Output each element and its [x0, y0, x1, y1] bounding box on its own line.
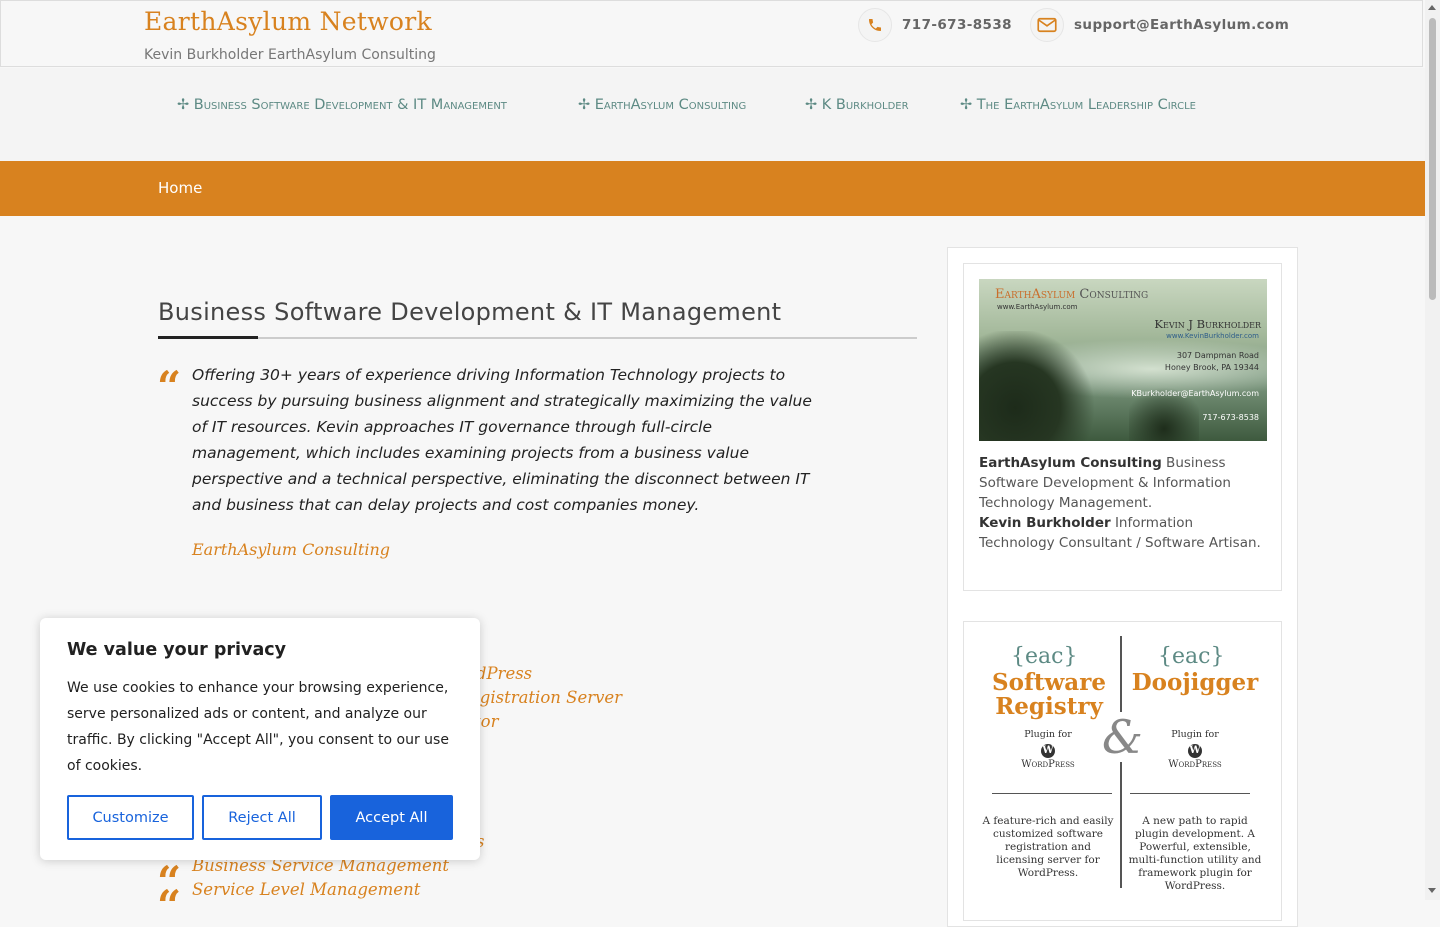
- doojigger-title: Doojigger: [1131, 669, 1259, 696]
- scroll-up-arrow-icon[interactable]: [1428, 5, 1436, 10]
- kevin-name: Kevin Burkholder: [979, 515, 1111, 531]
- nav-item-leadership-circle[interactable]: ✢ The EarthAsylum Leadership Circle: [960, 97, 1196, 113]
- plugin-for-label: Plugin for: [1024, 729, 1072, 740]
- envelope-icon: [1030, 8, 1064, 42]
- sidebar-intro-text: EarthAsylum Consulting Business Software…: [979, 455, 1261, 551]
- wordpress-icon: W: [1041, 744, 1055, 758]
- scroll-down-arrow-icon[interactable]: [1428, 888, 1436, 893]
- consulting-name: EarthAsylum Consulting: [979, 455, 1162, 471]
- nav-item-earthasylum-consulting[interactable]: ✢ EarthAsylum Consulting: [578, 97, 746, 113]
- contact-email[interactable]: support@EarthAsylum.com: [1030, 8, 1289, 42]
- site-description: Kevin Burkholder EarthAsylum Consulting: [144, 47, 436, 63]
- quote-icon: “: [157, 861, 179, 879]
- quote-cite-link[interactable]: EarthAsylum Consulting: [192, 540, 390, 559]
- wordpress-label: WordPress: [1021, 759, 1075, 770]
- site-title[interactable]: EarthAsylum Network: [144, 7, 432, 36]
- software-registry-title: Software Registry: [992, 669, 1106, 720]
- site-header: EarthAsylum Network Kevin Burkholder Ear…: [0, 0, 1423, 67]
- plugin-for-label: Plugin for: [1171, 729, 1219, 740]
- ampersand: &: [1102, 710, 1143, 764]
- software-registry-desc: A feature-rich and easily customized sof…: [982, 815, 1114, 879]
- wordpress-icon: W: [1188, 744, 1202, 758]
- customize-button[interactable]: Customize: [67, 795, 194, 840]
- phone-number: 717-673-8538: [902, 17, 1012, 33]
- card-company: EarthAsylum Consulting: [995, 287, 1149, 302]
- accept-all-button[interactable]: Accept All: [330, 795, 453, 840]
- cookie-message: We use cookies to enhance your browsing …: [67, 680, 449, 774]
- nav-home-link[interactable]: Home: [158, 179, 202, 197]
- business-card-widget: EarthAsylum Consulting www.EarthAsylum.c…: [963, 263, 1282, 591]
- contact-phone[interactable]: 717-673-8538: [858, 8, 1012, 42]
- card-website-2: www.KevinBurkholder.com: [1166, 332, 1259, 340]
- phone-icon: [858, 8, 892, 42]
- scrollbar-thumb[interactable]: [1429, 18, 1436, 300]
- nav-item-business-software[interactable]: ✢ Business Software Development & IT Man…: [177, 97, 507, 113]
- quote-icon: “: [157, 885, 179, 903]
- page-scrollbar[interactable]: [1425, 0, 1440, 900]
- list-link-service-level-management[interactable]: Service Level Management: [192, 880, 420, 899]
- secondary-nav: Home: [0, 161, 1425, 216]
- title-divider: [158, 337, 917, 339]
- card-email: KBurkholder@EarthAsylum.com: [1131, 389, 1259, 398]
- reject-all-button[interactable]: Reject All: [202, 795, 322, 840]
- business-card-image[interactable]: EarthAsylum Consulting www.EarthAsylum.c…: [979, 279, 1267, 441]
- primary-nav: ✢ Business Software Development & IT Man…: [0, 68, 1425, 161]
- card-website: www.EarthAsylum.com: [997, 303, 1078, 311]
- card-name: Kevin J Burkholder: [1154, 317, 1261, 331]
- nav-item-k-burkholder[interactable]: ✢ K Burkholder: [805, 97, 909, 113]
- page-title: Business Software Development & IT Manag…: [158, 298, 782, 326]
- plugins-promo-image[interactable]: {eac} {eac} Software Registry Doojigger …: [964, 622, 1281, 902]
- wordpress-label: WordPress: [1168, 759, 1222, 770]
- intro-quote: Offering 30+ years of experience driving…: [192, 366, 812, 514]
- list-link-partial[interactable]: egistration Server: [470, 688, 622, 707]
- cookie-consent-banner: We value your privacy We use cookies to …: [40, 618, 480, 860]
- title-divider-accent: [158, 336, 258, 339]
- card-address-line-2: Honey Brook, PA 19344: [1164, 363, 1259, 372]
- email-address: support@EarthAsylum.com: [1074, 17, 1290, 33]
- card-address-line-1: 307 Dampman Road: [1176, 351, 1259, 360]
- card-phone: 717-673-8538: [1202, 413, 1259, 422]
- doojigger-desc: A new path to rapid plugin development. …: [1128, 815, 1262, 892]
- quote-icon: “: [157, 366, 179, 384]
- eac-logo-left: {eac}: [1011, 644, 1078, 669]
- eac-logo-right: {eac}: [1158, 644, 1225, 669]
- cookie-title: We value your privacy: [67, 640, 287, 660]
- plugins-promo-widget: {eac} {eac} Software Registry Doojigger …: [963, 621, 1282, 921]
